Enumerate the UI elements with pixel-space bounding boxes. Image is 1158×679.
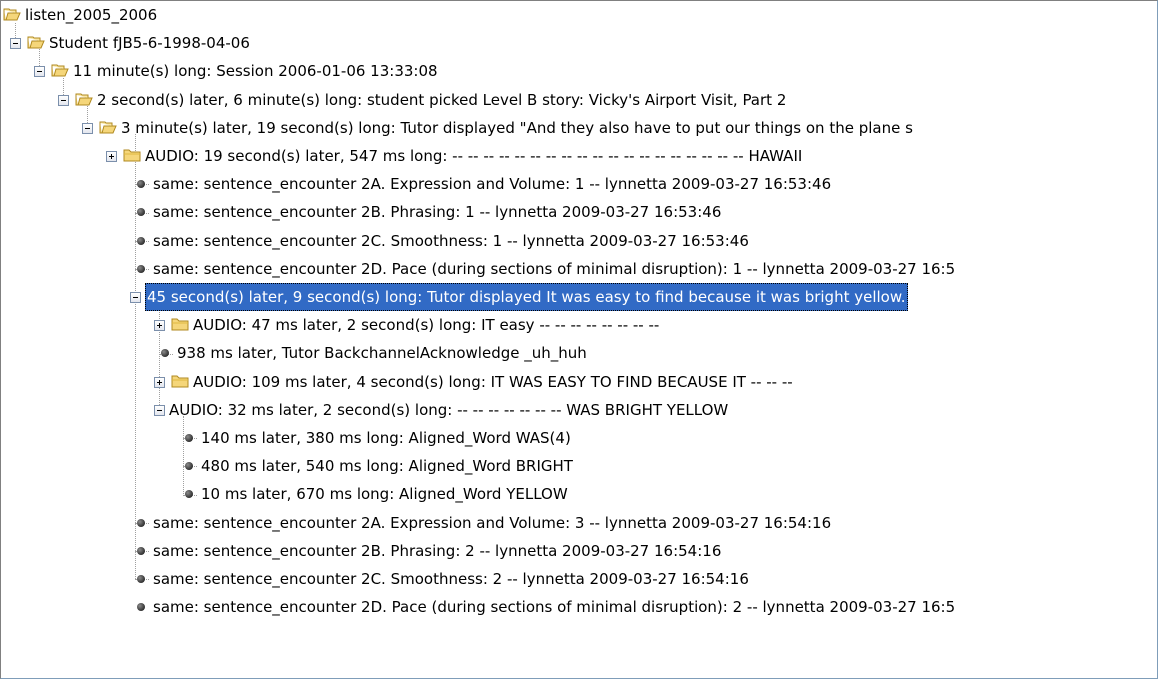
tree-node-label[interactable]: Student fJB5-6-1998-04-06 xyxy=(47,29,252,57)
folder-closed-icon xyxy=(123,149,141,162)
folder-open-icon xyxy=(3,8,21,21)
collapse-toggle-icon[interactable] xyxy=(130,292,141,304)
tree-line xyxy=(39,49,40,67)
tree-node-label[interactable]: 3 minute(s) later, 19 second(s) long: Tu… xyxy=(119,114,915,142)
tree-line xyxy=(87,105,88,123)
collapse-toggle-icon[interactable] xyxy=(10,38,21,50)
tree-node-label[interactable]: same: sentence_encounter 2D. Pace (durin… xyxy=(151,593,957,621)
tree-view[interactable]: listen_2005_2006 Student fJB5-6-1998-04-… xyxy=(0,0,1158,679)
expand-toggle-icon[interactable] xyxy=(106,151,117,163)
tree-node-label[interactable]: 2 second(s) later, 6 minute(s) long: stu… xyxy=(95,86,788,114)
tree-node-label[interactable]: same: sentence_encounter 2C. Smoothness:… xyxy=(151,565,751,593)
bullet-icon xyxy=(185,434,193,443)
expand-toggle-icon[interactable] xyxy=(154,376,165,388)
tree-line xyxy=(159,303,160,405)
collapse-toggle-icon[interactable] xyxy=(34,66,45,78)
bullet-icon xyxy=(137,603,145,612)
tree-node-label[interactable]: AUDIO: 32 ms later, 2 second(s) long: --… xyxy=(167,396,730,424)
bullet-icon xyxy=(137,518,145,527)
tree-node-label[interactable]: same: sentence_encounter 2C. Smoothness:… xyxy=(151,227,751,255)
tree-node-label[interactable]: same: sentence_encounter 2D. Pace (durin… xyxy=(151,255,957,283)
bullet-icon xyxy=(161,349,169,358)
expand-toggle-icon[interactable] xyxy=(154,320,165,332)
tree-node-label[interactable]: 480 ms later, 540 ms long: Aligned_Word … xyxy=(199,452,575,480)
collapse-toggle-icon[interactable] xyxy=(58,94,69,106)
tree-line xyxy=(63,77,64,95)
tree-node-label[interactable]: 10 ms later, 670 ms long: Aligned_Word Y… xyxy=(199,480,570,508)
collapse-toggle-icon[interactable] xyxy=(154,404,165,416)
bullet-icon xyxy=(185,490,193,499)
tree-line xyxy=(135,133,136,580)
tree-node-label[interactable]: same: sentence_encounter 2A. Expression … xyxy=(151,509,833,537)
bullet-icon xyxy=(137,546,145,555)
tree-node-label[interactable]: same: sentence_encounter 2A. Expression … xyxy=(151,170,833,198)
bullet-icon xyxy=(185,462,193,471)
bullet-icon xyxy=(137,264,145,273)
tree-node-label[interactable]: same: sentence_encounter 2B. Phrasing: 2… xyxy=(151,537,723,565)
bullet-icon xyxy=(137,180,145,189)
tree-node-label[interactable]: AUDIO: 47 ms later, 2 second(s) long: IT… xyxy=(191,311,661,339)
bullet-icon xyxy=(137,236,145,245)
tree-node-label[interactable]: same: sentence_encounter 2B. Phrasing: 1… xyxy=(151,198,723,226)
folder-open-icon xyxy=(51,64,69,77)
tree-node-label[interactable]: 11 minute(s) long: Session 2006-01-06 13… xyxy=(71,57,440,85)
tree-node-label-selected[interactable]: 45 second(s) later, 9 second(s) long: Tu… xyxy=(145,283,908,312)
tree-node-label[interactable]: 140 ms later, 380 ms long: Aligned_Word … xyxy=(199,424,573,452)
tree-node-label[interactable]: AUDIO: 19 second(s) later, 547 ms long: … xyxy=(143,142,804,170)
tree-line xyxy=(183,415,184,495)
folder-open-icon xyxy=(27,36,45,49)
folder-open-icon xyxy=(75,93,93,106)
folder-open-icon xyxy=(99,121,117,134)
bullet-icon xyxy=(137,575,145,584)
tree-node-label[interactable]: AUDIO: 109 ms later, 4 second(s) long: I… xyxy=(191,368,795,396)
collapse-toggle-icon[interactable] xyxy=(82,122,93,134)
folder-closed-icon xyxy=(171,318,189,331)
tree-node-label[interactable]: listen_2005_2006 xyxy=(23,1,159,29)
tree-line xyxy=(15,23,16,39)
folder-closed-icon xyxy=(171,375,189,388)
tree-node-label[interactable]: 938 ms later, Tutor BackchannelAcknowled… xyxy=(175,339,589,367)
bullet-icon xyxy=(137,208,145,217)
